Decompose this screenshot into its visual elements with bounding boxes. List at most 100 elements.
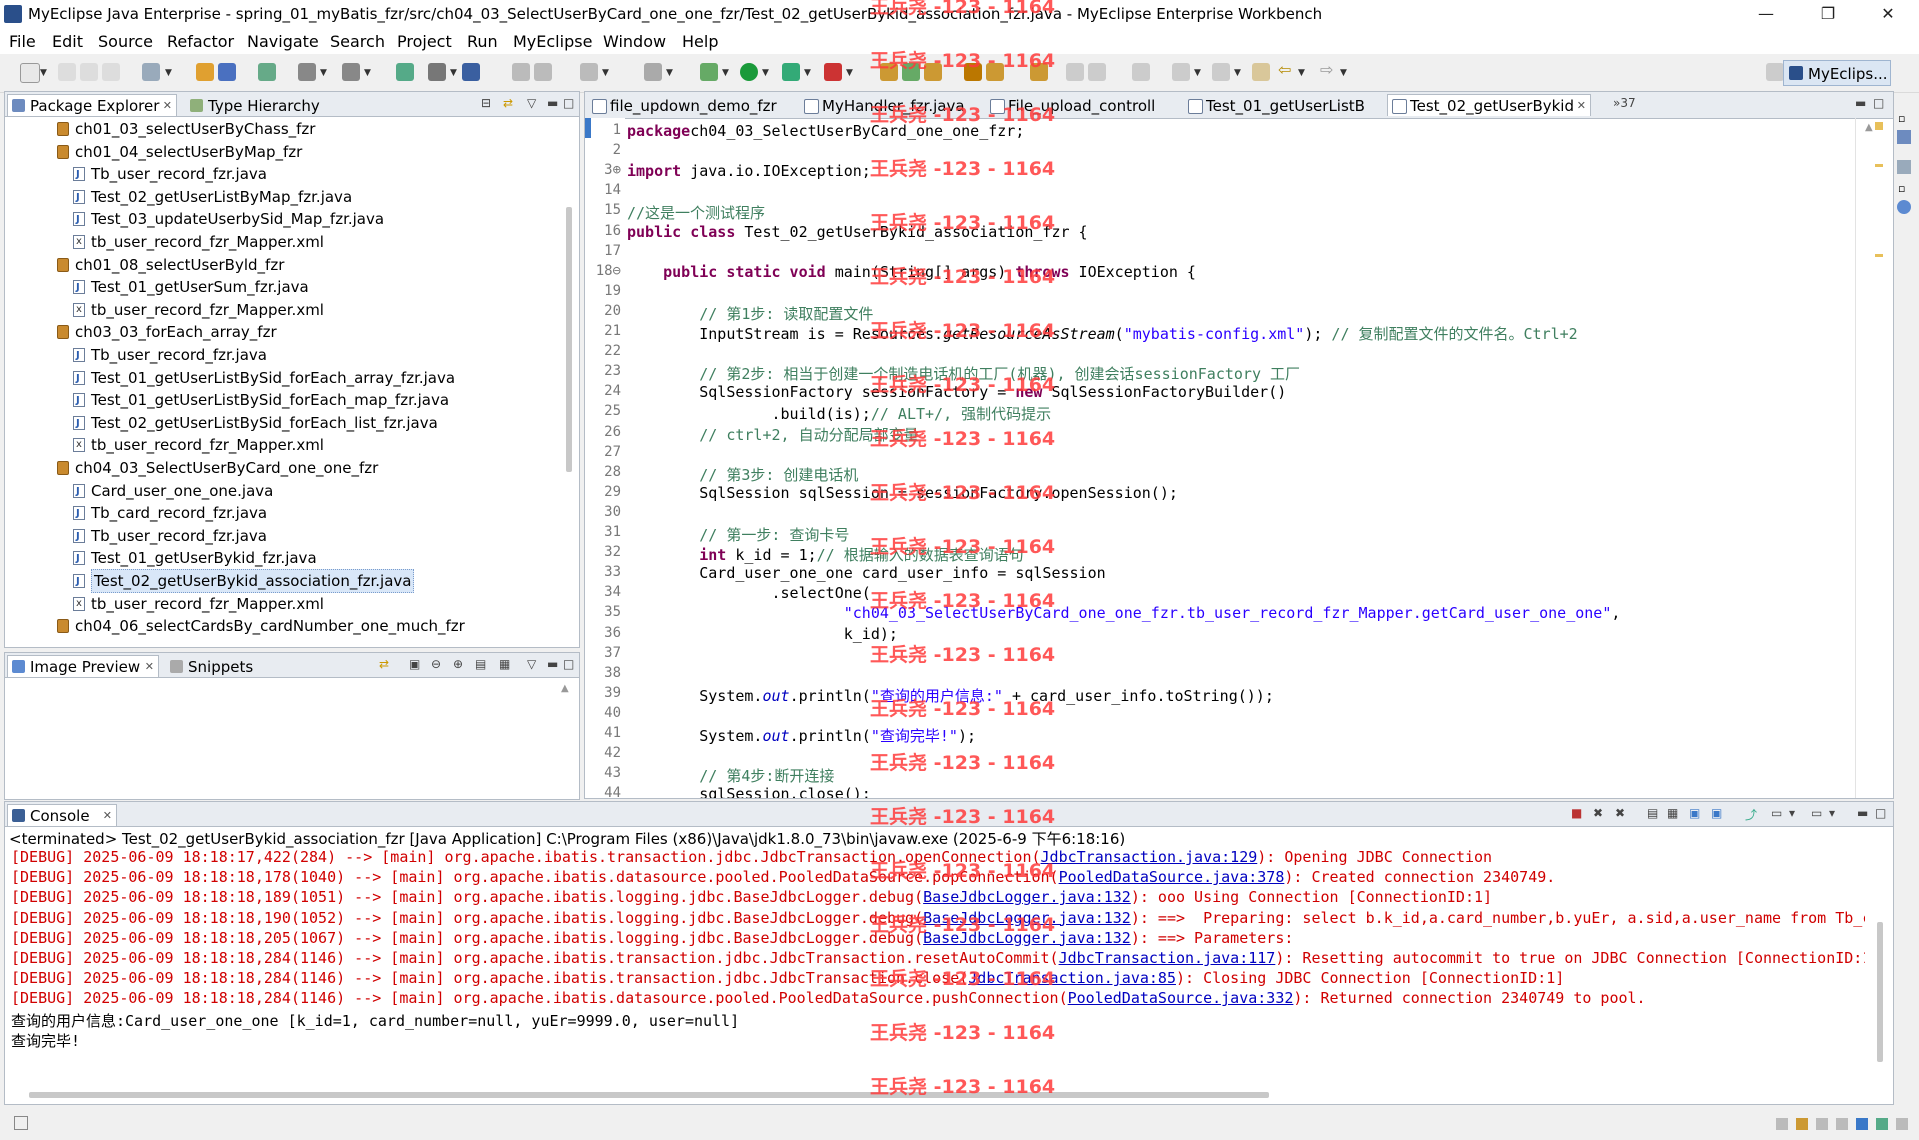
minimize-button[interactable]: — bbox=[1746, 2, 1786, 26]
collapse-all-icon[interactable]: ⊟ bbox=[481, 96, 491, 110]
code-area[interactable]: 1 packagech04_03_SelectUserByCard_one_one… bbox=[585, 118, 1855, 798]
print-icon[interactable] bbox=[102, 63, 120, 81]
stacktrace-link[interactable]: PooledDataSource.java:378 bbox=[1059, 868, 1285, 886]
fullscreen-icon[interactable]: ▦ bbox=[499, 657, 510, 671]
close-button[interactable]: ✕ bbox=[1868, 2, 1908, 26]
view-menu-icon[interactable]: ▽ bbox=[527, 657, 536, 671]
prev-annotation-icon[interactable] bbox=[1212, 63, 1230, 81]
save-all-icon[interactable] bbox=[80, 63, 98, 81]
zoom-out-icon[interactable]: ⊖ bbox=[431, 657, 441, 671]
minimize-view-icon[interactable]: ▬ bbox=[547, 657, 558, 671]
view-menu-icon[interactable]: ▽ bbox=[527, 96, 536, 110]
chevron-down-icon[interactable]: ▾ bbox=[1829, 806, 1835, 820]
sync-icon[interactable] bbox=[534, 63, 552, 81]
stacktrace-link[interactable]: JdbcTransaction.java:129 bbox=[1041, 848, 1258, 866]
stacktrace-link[interactable]: BaseJdbcLogger.java:132 bbox=[923, 888, 1131, 906]
close-icon[interactable]: ✕ bbox=[163, 95, 172, 117]
menu-edit[interactable]: Edit bbox=[52, 32, 83, 51]
chevron-down-icon[interactable]: ▼ bbox=[1298, 68, 1305, 78]
menu-file[interactable]: File bbox=[9, 32, 36, 51]
toggle-mark-icon[interactable] bbox=[1066, 63, 1084, 81]
maximize-view-icon[interactable]: □ bbox=[563, 96, 574, 110]
editor-tab-file-updown[interactable]: file_updown_demo_fzr bbox=[587, 94, 795, 116]
word-wrap-icon[interactable]: ▣ bbox=[1689, 806, 1700, 820]
status-icon[interactable] bbox=[1796, 1118, 1808, 1130]
sync-preview-icon[interactable]: ⇄ bbox=[379, 657, 389, 671]
code-line[interactable]: // 第3步: 创建电话机 bbox=[627, 464, 858, 485]
console-vscrollbar[interactable] bbox=[1877, 922, 1883, 1062]
editor-tab-test01[interactable]: Test_01_getUserListB bbox=[1183, 94, 1379, 116]
package-icon[interactable] bbox=[196, 63, 214, 81]
chevron-down-icon[interactable]: ▼ bbox=[846, 68, 853, 78]
perspective-myeclipse[interactable]: MyEclips... bbox=[1783, 60, 1891, 86]
status-icon[interactable] bbox=[1876, 1118, 1888, 1130]
scroll-lock-icon[interactable]: ▦ bbox=[1667, 806, 1678, 820]
actual-size-icon[interactable]: ▤ bbox=[475, 657, 486, 671]
tab-snippets[interactable]: Snippets bbox=[165, 655, 271, 677]
scroll-up-icon[interactable]: ▲ bbox=[561, 683, 569, 694]
open-perspective-icon[interactable] bbox=[1766, 63, 1784, 81]
status-icon[interactable] bbox=[1896, 1118, 1908, 1130]
remove-all-icon[interactable]: ✖ bbox=[1615, 806, 1625, 820]
menu-source[interactable]: Source bbox=[98, 32, 153, 51]
show-on-output-icon[interactable]: ▣ bbox=[1711, 806, 1722, 820]
code-line[interactable]: Card_user_one_one card_user_info = sqlSe… bbox=[627, 564, 1105, 582]
browser-icon[interactable] bbox=[462, 63, 480, 81]
code-line[interactable]: // 第一步: 查询卡号 bbox=[627, 524, 849, 545]
tab-console[interactable]: Console ✕ bbox=[7, 804, 117, 826]
tree-scrollbar[interactable] bbox=[566, 207, 572, 472]
code-line[interactable]: sqlSession.close(); bbox=[627, 785, 871, 798]
warning-marker-icon[interactable] bbox=[1875, 122, 1883, 130]
chevron-down-icon[interactable]: ▼ bbox=[762, 68, 769, 78]
minimize-view-icon[interactable]: ▬ bbox=[1857, 806, 1868, 820]
fit-icon[interactable]: ▣ bbox=[409, 657, 420, 671]
chevron-down-icon[interactable]: ▾ bbox=[1789, 806, 1795, 820]
chevron-down-icon[interactable]: ▼ bbox=[165, 68, 172, 78]
maximize-view-icon[interactable]: □ bbox=[1873, 96, 1884, 110]
menu-run[interactable]: Run bbox=[467, 32, 498, 51]
task-list-icon[interactable] bbox=[1897, 160, 1911, 174]
db-icon[interactable] bbox=[580, 63, 598, 81]
editor-tab-test02[interactable]: Test_02_getUserBykid ✕ bbox=[1387, 94, 1591, 116]
tab-type-hierarchy[interactable]: Type Hierarchy bbox=[185, 94, 335, 116]
code-line[interactable]: .selectOne( bbox=[627, 584, 870, 602]
chevron-down-icon[interactable]: ▼ bbox=[804, 68, 811, 78]
status-icon[interactable] bbox=[1836, 1118, 1848, 1130]
code-line[interactable]: // 第4步:断开连接 bbox=[627, 765, 834, 786]
chevron-down-icon[interactable]: ▼ bbox=[1234, 68, 1241, 78]
debug-icon[interactable] bbox=[700, 63, 718, 81]
display-console-icon[interactable]: ▭ bbox=[1771, 806, 1782, 820]
code-line[interactable]: System.out.println("查询完毕!"); bbox=[627, 725, 976, 746]
code-line[interactable]: k_id); bbox=[627, 625, 898, 643]
scroll-up-icon[interactable]: ▲ bbox=[1865, 122, 1873, 133]
stacktrace-link[interactable]: JdbcTransaction.java:117 bbox=[1059, 949, 1276, 967]
highlight-icon[interactable] bbox=[1088, 63, 1106, 81]
external-tools-icon[interactable] bbox=[824, 63, 842, 81]
maximize-button[interactable]: ❐ bbox=[1808, 2, 1848, 26]
run-coverage-icon[interactable] bbox=[782, 63, 800, 81]
console-hscrollbar[interactable] bbox=[29, 1092, 1269, 1098]
web-icon[interactable] bbox=[396, 63, 414, 81]
tab-package-explorer[interactable]: Package Explorer ✕ bbox=[7, 94, 177, 116]
link-editor-icon[interactable]: ⇄ bbox=[503, 96, 513, 110]
maximize-view-icon[interactable]: □ bbox=[563, 657, 574, 671]
next-annotation-icon[interactable] bbox=[1172, 63, 1190, 81]
chevron-down-icon[interactable]: ▼ bbox=[40, 68, 47, 78]
open-console-icon[interactable]: ▭ bbox=[1811, 806, 1822, 820]
code-line[interactable]: // 第1步: 读取配置文件 bbox=[627, 303, 873, 324]
code-line[interactable]: "ch04_03_SelectUserByCard_one_one_fzr.tb… bbox=[627, 604, 1621, 622]
restore-icon[interactable]: ▫ bbox=[1898, 112, 1905, 125]
close-icon[interactable]: ✕ bbox=[145, 656, 154, 678]
chevron-down-icon[interactable]: ▼ bbox=[666, 68, 673, 78]
more-tabs-indicator[interactable]: »37 bbox=[1613, 96, 1636, 110]
run-icon[interactable] bbox=[740, 63, 758, 81]
refresh-icon[interactable] bbox=[512, 63, 530, 81]
code-line[interactable]: InputStream is = Resources.getResourceAs… bbox=[627, 323, 1577, 344]
server-icon[interactable] bbox=[258, 63, 276, 81]
fast-view-icon[interactable] bbox=[14, 1116, 28, 1130]
chevron-down-icon[interactable]: ▼ bbox=[602, 68, 609, 78]
chevron-down-icon[interactable]: ▼ bbox=[364, 68, 371, 78]
chevron-down-icon[interactable]: ▼ bbox=[320, 68, 327, 78]
maximize-view-icon[interactable]: □ bbox=[1875, 806, 1886, 820]
code-line[interactable]: import java.io.IOException; bbox=[627, 162, 871, 180]
